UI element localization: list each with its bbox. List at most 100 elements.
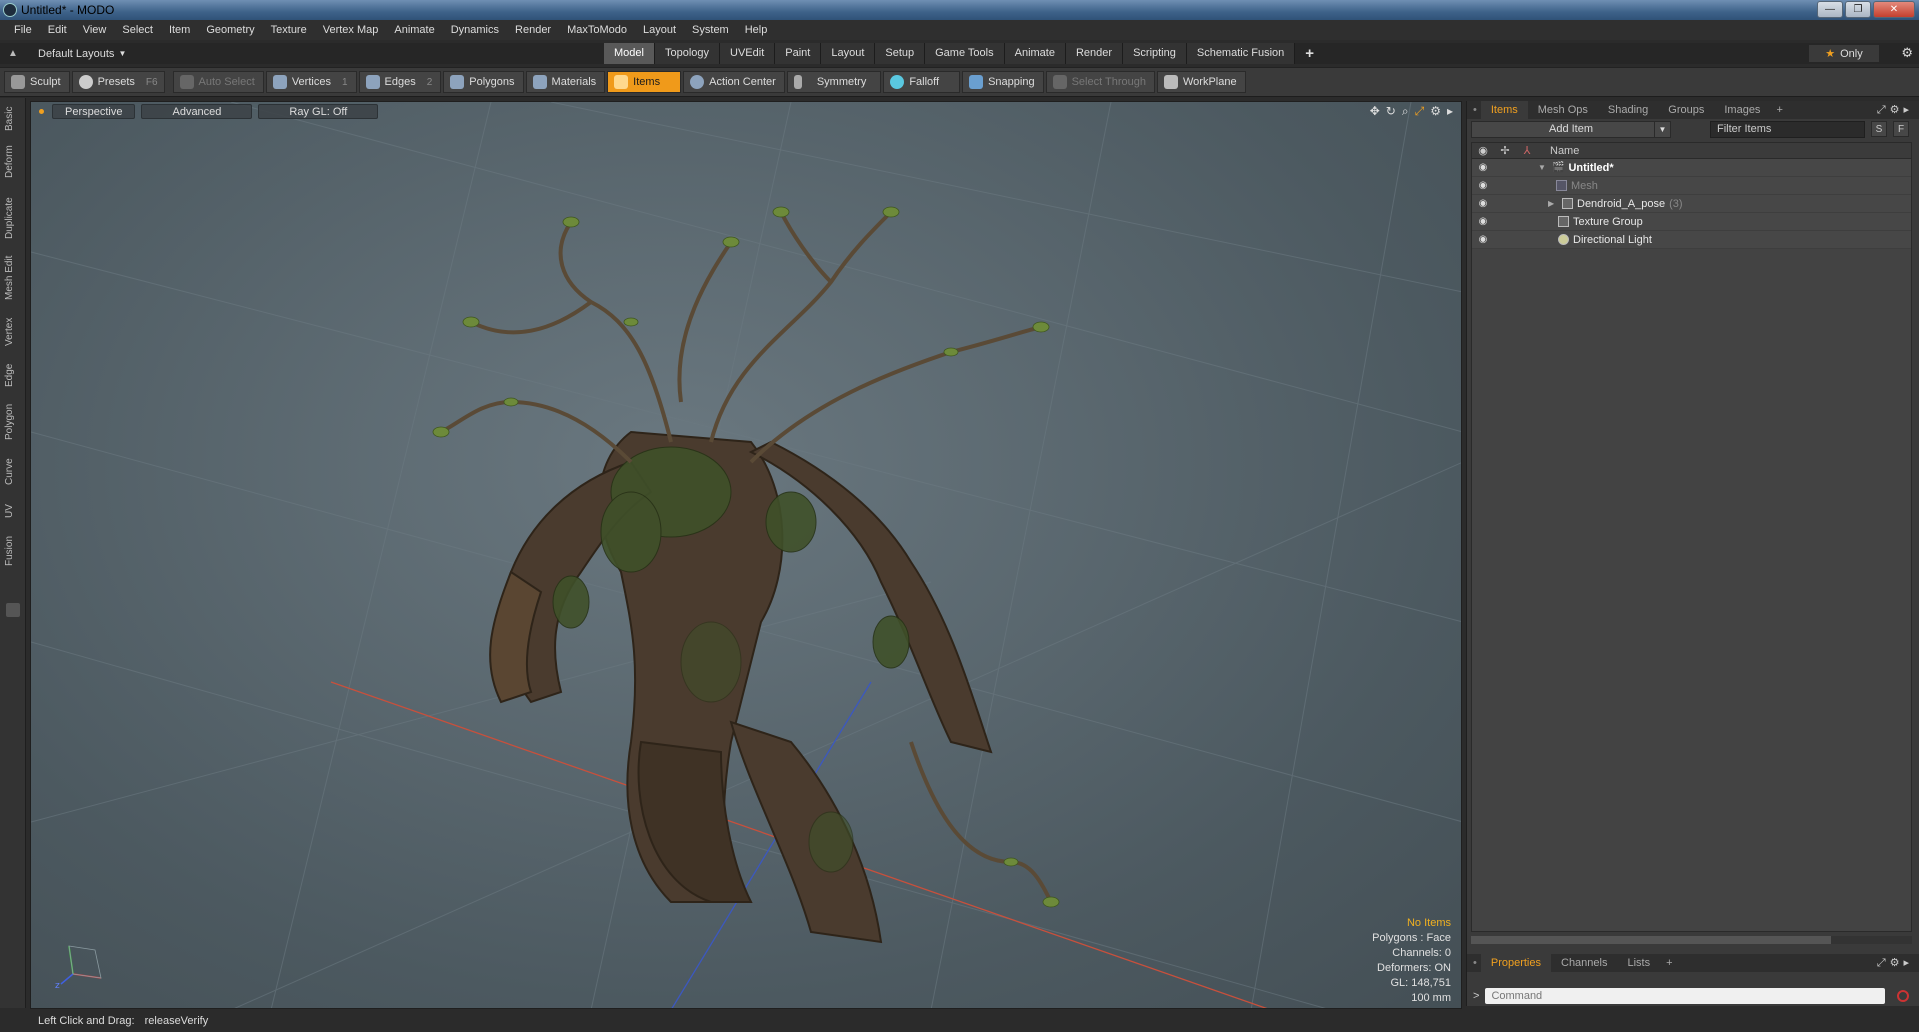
minimize-button[interactable]: — — [1817, 1, 1843, 18]
menu-help[interactable]: Help — [737, 24, 776, 36]
name-column-header[interactable]: Name — [1538, 145, 1579, 157]
vtab-duplicate[interactable]: Duplicate — [4, 193, 22, 243]
maximize-button[interactable]: ❐ — [1845, 1, 1871, 18]
menu-geometry[interactable]: Geometry — [198, 24, 262, 36]
vtab-fusion[interactable]: Fusion — [4, 532, 22, 570]
add-panel-tab-button[interactable]: + — [1660, 957, 1678, 969]
3d-viewport[interactable]: Perspective Advanced Ray GL: Off ✥ ↻ ⌕ ⤢… — [30, 101, 1462, 1009]
tab-model[interactable]: Model — [604, 43, 655, 64]
eye-icon[interactable]: ◉ — [1472, 180, 1494, 191]
tab-paint[interactable]: Paint — [775, 43, 822, 64]
add-item-button[interactable]: Add Item ▼ — [1471, 120, 1671, 138]
view-type-button[interactable]: Perspective — [52, 103, 136, 119]
filter-items-input[interactable]: Filter Items — [1710, 120, 1865, 138]
menu-system[interactable]: System — [684, 24, 737, 36]
command-input[interactable]: Command — [1485, 988, 1886, 1004]
expand-icon[interactable]: ▶ — [1548, 199, 1558, 208]
panel-menu-dot[interactable]: • — [1473, 957, 1477, 969]
tab-schematic-fusion[interactable]: Schematic Fusion — [1186, 43, 1296, 64]
menu-item[interactable]: Item — [161, 24, 198, 36]
menu-file[interactable]: File — [6, 24, 40, 36]
tab-layout[interactable]: Layout — [821, 43, 876, 64]
symmetry-button[interactable]: Symmetry — [786, 71, 882, 93]
menu-maxtomodo[interactable]: MaxToModo — [559, 24, 635, 36]
vtab-mesh-edit[interactable]: Mesh Edit — [4, 252, 22, 304]
only-button[interactable]: ★ Only — [1809, 45, 1879, 62]
eye-icon[interactable]: ◉ — [1472, 234, 1494, 245]
list-item[interactable]: ◉ ▶ Dendroid_A_pose (3) — [1472, 195, 1911, 213]
items-button[interactable]: Items — [607, 71, 682, 93]
vertices-button[interactable]: Vertices 1 — [265, 71, 357, 93]
sculpt-button[interactable]: Sculpt — [4, 71, 70, 93]
strip-collapse-handle[interactable] — [6, 603, 20, 617]
maximize-icon[interactable]: ⤢ — [1415, 104, 1425, 119]
vtab-curve[interactable]: Curve — [4, 454, 22, 490]
list-item[interactable]: ◉ ▼ 🎬 Untitled* — [1472, 159, 1911, 177]
snapping-button[interactable]: Snapping — [962, 71, 1044, 93]
record-icon[interactable] — [1897, 990, 1910, 1002]
tab-mesh-ops[interactable]: Mesh Ops — [1528, 101, 1598, 119]
vtab-edge[interactable]: Edge — [4, 360, 22, 390]
zoom-icon[interactable]: ⌕ — [1402, 104, 1409, 119]
vtab-basic[interactable]: Basic — [4, 104, 22, 134]
eye-icon[interactable]: ◉ — [1472, 162, 1494, 173]
dendroid-model[interactable] — [432, 206, 1060, 944]
tab-render[interactable]: Render — [1065, 43, 1124, 64]
vtab-vertex[interactable]: Vertex — [4, 314, 22, 350]
falloff-button[interactable]: Falloff — [883, 71, 961, 93]
render-column-icon[interactable]: ⅄ — [1516, 144, 1538, 157]
select-through-button[interactable]: Select Through — [1045, 71, 1155, 93]
pan-icon[interactable]: ✥ — [1370, 104, 1380, 119]
eye-icon[interactable]: ◉ — [1472, 216, 1494, 227]
menu-animate[interactable]: Animate — [386, 24, 442, 36]
panel-menu-dot[interactable]: • — [1473, 104, 1477, 116]
auto-select-button[interactable]: Auto Select — [172, 71, 264, 93]
tab-channels[interactable]: Channels — [1551, 954, 1617, 972]
tab-shading[interactable]: Shading — [1598, 101, 1658, 119]
s-toggle-button[interactable]: S — [1871, 121, 1887, 137]
menu-vertex-map[interactable]: Vertex Map — [315, 24, 387, 36]
gear-icon[interactable]: ⚙ — [1430, 104, 1441, 119]
item-list-scrollbar[interactable] — [1471, 936, 1912, 944]
vtab-polygon[interactable]: Polygon — [4, 400, 22, 444]
menu-layout[interactable]: Layout — [635, 24, 684, 36]
list-item[interactable]: ◉ Directional Light — [1472, 231, 1911, 249]
play-icon[interactable]: ▸ — [1447, 104, 1453, 119]
visibility-column-icon[interactable]: ◉ — [1472, 144, 1494, 157]
tab-game-tools[interactable]: Game Tools — [925, 43, 1005, 64]
menu-select[interactable]: Select — [114, 24, 161, 36]
vtab-deform[interactable]: Deform — [4, 142, 22, 182]
gear-icon[interactable]: ⚙ — [1901, 45, 1913, 61]
polygons-button[interactable]: Polygons — [443, 71, 524, 93]
vtab-uv[interactable]: UV — [4, 500, 22, 522]
action-center-button[interactable]: Action Center — [683, 71, 785, 93]
lock-column-icon[interactable]: ✢ — [1494, 144, 1516, 157]
menu-render[interactable]: Render — [507, 24, 559, 36]
layout-selector[interactable]: ▲ Default Layouts ▼ — [0, 48, 600, 60]
tab-setup[interactable]: Setup — [875, 43, 926, 64]
f-toggle-button[interactable]: F — [1893, 121, 1909, 137]
add-tab-button[interactable]: + — [1295, 43, 1324, 64]
tab-properties[interactable]: Properties — [1480, 954, 1551, 972]
menu-texture[interactable]: Texture — [263, 24, 315, 36]
view-style-button[interactable]: Advanced — [141, 103, 253, 119]
rotate-icon[interactable]: ↻ — [1386, 104, 1396, 119]
close-button[interactable]: ✕ — [1873, 1, 1915, 18]
list-item[interactable]: ◉ Mesh — [1472, 177, 1911, 195]
workplane-button[interactable]: WorkPlane — [1157, 71, 1246, 93]
menu-edit[interactable]: Edit — [40, 24, 75, 36]
tab-uvedit[interactable]: UVEdit — [720, 43, 776, 64]
raygl-button[interactable]: Ray GL: Off — [258, 103, 379, 119]
menu-view[interactable]: View — [75, 24, 115, 36]
menu-dynamics[interactable]: Dynamics — [443, 24, 507, 36]
tab-topology[interactable]: Topology — [654, 43, 721, 64]
eye-icon[interactable]: ◉ — [1472, 198, 1494, 209]
viewport-menu-dot[interactable] — [39, 108, 44, 114]
panel-tool-icons[interactable]: ⤢⚙▸ — [1877, 103, 1919, 117]
chevron-down-icon[interactable]: ▼ — [1654, 121, 1670, 137]
tab-groups[interactable]: Groups — [1658, 101, 1714, 119]
materials-button[interactable]: Materials — [525, 71, 606, 93]
presets-button[interactable]: Presets F6 — [71, 71, 165, 93]
tab-images[interactable]: Images — [1714, 101, 1770, 119]
edges-button[interactable]: Edges 2 — [358, 71, 442, 93]
